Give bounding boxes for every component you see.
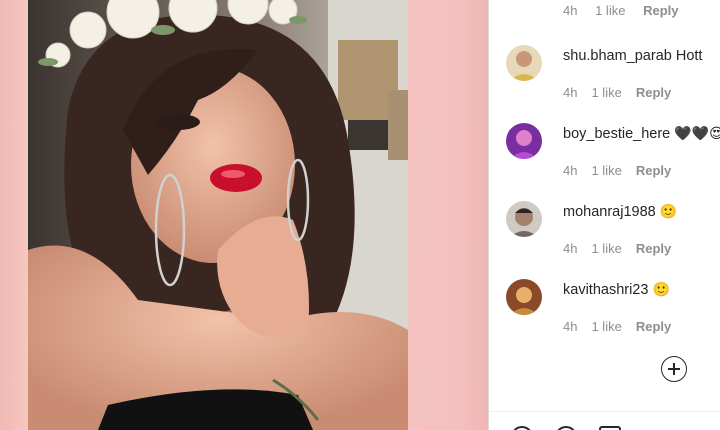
action-bar: [489, 411, 720, 430]
previous-comment-meta: 4h 1 like Reply: [563, 3, 692, 18]
comment-meta: 4h 1 like Reply: [563, 319, 685, 334]
avatar[interactable]: [506, 201, 542, 237]
plus-circle-icon[interactable]: [661, 356, 687, 382]
comment-likes[interactable]: 1 like: [595, 3, 625, 18]
reply-button[interactable]: Reply: [643, 3, 678, 18]
comment-meta: 4h 1 like Reply: [563, 241, 685, 256]
comment-body: Hott: [675, 48, 703, 64]
comment-username[interactable]: kavithashri23: [563, 282, 648, 298]
avatar[interactable]: [506, 123, 542, 159]
post-media-panel: [0, 0, 488, 430]
comment-username[interactable]: mohanraj1988: [563, 204, 656, 220]
comment-username[interactable]: shu.bham_parab: [563, 48, 672, 64]
comment-icon[interactable]: [555, 426, 577, 430]
reply-button[interactable]: Reply: [636, 85, 671, 100]
share-icon[interactable]: [599, 426, 621, 430]
comment-likes[interactable]: 1 like: [591, 241, 621, 256]
reply-button[interactable]: Reply: [636, 319, 671, 334]
avatar[interactable]: [506, 45, 542, 81]
comment-body: 🙂: [659, 204, 678, 220]
comment-item: shu.bham_parab Hott 4h 1 like Reply: [506, 45, 720, 105]
comment-text: mohanraj1988 🙂: [563, 204, 677, 220]
post-photo[interactable]: [28, 0, 408, 430]
comment-time: 4h: [563, 163, 578, 178]
reply-button[interactable]: Reply: [636, 241, 671, 256]
comment-meta: 4h 1 like Reply: [563, 163, 685, 178]
heart-icon[interactable]: [511, 426, 533, 430]
comment-item: kavithashri23 🙂 4h 1 like Reply: [506, 279, 720, 339]
comment-item: mohanraj1988 🙂 4h 1 like Reply: [506, 201, 720, 261]
comment-likes[interactable]: 1 like: [591, 163, 621, 178]
comment-meta: 4h 1 like Reply: [563, 85, 685, 100]
comment-likes[interactable]: 1 like: [591, 85, 621, 100]
comment-body: 🙂: [652, 282, 670, 298]
reply-button[interactable]: Reply: [636, 163, 671, 178]
comment-time: 4h: [563, 319, 578, 334]
post-photo-illustration: [28, 0, 408, 430]
comments-panel[interactable]: 4h 1 like Reply shu.bham_parab Hott 4h 1 …: [489, 0, 720, 430]
comment-time: 4h: [563, 241, 578, 256]
comment-text: shu.bham_parab Hott: [563, 48, 702, 64]
comment-body: 🖤🖤😍: [674, 126, 720, 142]
comment-time: 4h: [563, 3, 578, 18]
comment-likes[interactable]: 1 like: [591, 319, 621, 334]
comment-username[interactable]: boy_bestie_here: [563, 126, 670, 142]
comment-text: kavithashri23 🙂: [563, 282, 670, 298]
comment-item: boy_bestie_here 🖤🖤😍 4h 1 like Reply: [506, 123, 720, 183]
comment-time: 4h: [563, 85, 578, 100]
avatar[interactable]: [506, 279, 542, 315]
comment-text: boy_bestie_here 🖤🖤😍: [563, 126, 720, 142]
